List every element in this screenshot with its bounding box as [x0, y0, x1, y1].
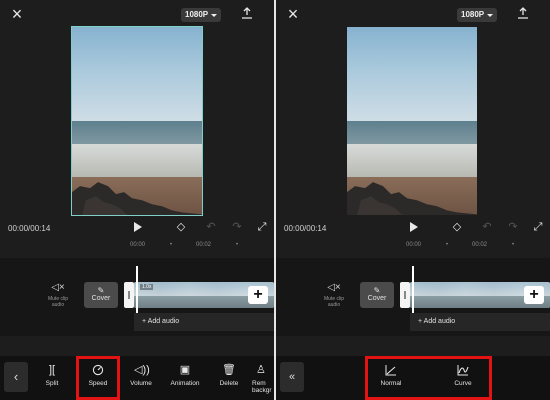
- video-preview[interactable]: [347, 27, 477, 215]
- add-audio-button[interactable]: + Add audio: [142, 318, 179, 325]
- resolution-label: 1080P: [461, 10, 485, 19]
- pencil-icon: ✎: [373, 286, 381, 295]
- speaker-muted-icon: ◁×: [327, 282, 341, 293]
- clip-trim-handle-left[interactable]: [124, 282, 134, 308]
- ruler-dot: •: [512, 242, 515, 248]
- animation-button[interactable]: ▣ Animation: [164, 364, 206, 387]
- caret-down-icon: [487, 13, 494, 17]
- ruler-mark-1: 00:02: [472, 242, 488, 248]
- animation-icon: ▣: [179, 364, 191, 376]
- time-display: 00:00/00:14: [284, 224, 327, 233]
- undo-icon[interactable]: ↶: [480, 220, 494, 234]
- clip-speed-tag: 1.0x: [140, 284, 154, 290]
- highlight-speed-options: [365, 356, 492, 400]
- cover-button[interactable]: ✎ Cover: [360, 282, 394, 308]
- split-label: Split: [45, 380, 59, 387]
- preview-sea: [72, 121, 202, 144]
- fullscreen-icon[interactable]: ⤢: [255, 220, 269, 234]
- volume-label: Volume: [130, 380, 152, 387]
- pencil-icon: ✎: [97, 286, 105, 295]
- mute-label: Mute clip audio: [47, 296, 68, 308]
- remove-background-label: Rem backgr: [252, 380, 272, 394]
- add-clip-button[interactable]: +: [524, 286, 544, 304]
- ruler-mark-0: 00:00: [130, 242, 146, 248]
- preview-sea: [347, 121, 477, 144]
- keyframe-icon[interactable]: ◇: [450, 220, 464, 234]
- video-preview[interactable]: [71, 26, 203, 216]
- redo-icon[interactable]: ↷: [506, 220, 520, 234]
- clip-trim-handle-left[interactable]: [400, 282, 410, 308]
- split-icon: ][: [48, 364, 56, 376]
- fullscreen-icon[interactable]: ⤢: [531, 220, 545, 234]
- caret-down-icon: [211, 13, 218, 17]
- editor-panel-left: × 1080P 00:00/00:14 ◇ ↶ ↷ ⤢ 00:00 • 00:0…: [0, 0, 274, 400]
- split-button[interactable]: ][ Split: [31, 364, 73, 387]
- speaker-icon: ◁)): [134, 364, 150, 376]
- ruler-dot: •: [446, 242, 449, 248]
- preview-sky: [347, 27, 477, 121]
- add-clip-button[interactable]: +: [248, 286, 268, 304]
- preview-surf: [72, 143, 202, 178]
- editor-panel-right: × 1080P 00:00/00:14 ◇ ↶ ↷ ⤢ 00:00 • 00:0…: [276, 0, 550, 400]
- resolution-selector[interactable]: 1080P: [457, 8, 498, 22]
- speaker-muted-icon: ◁×: [51, 282, 65, 293]
- play-icon[interactable]: [134, 222, 142, 232]
- mute-clip-audio-button[interactable]: ◁× Mute clip audio: [42, 282, 74, 309]
- time-display: 00:00/00:14: [8, 224, 51, 233]
- ruler-mark-1: 00:02: [196, 242, 212, 248]
- upload-icon[interactable]: [516, 6, 530, 20]
- upload-icon[interactable]: [240, 6, 254, 20]
- back-button[interactable]: ‹: [4, 362, 28, 392]
- delete-button[interactable]: 🗑 Delete: [208, 364, 250, 387]
- mute-label: Mute clip audio: [323, 296, 344, 308]
- trash-icon: 🗑: [222, 364, 236, 376]
- resolution-label: 1080P: [185, 10, 209, 19]
- remove-background-button[interactable]: ♙ Rem backgr: [252, 364, 274, 394]
- cover-label: Cover: [367, 295, 387, 302]
- ruler-mark-0: 00:00: [406, 242, 422, 248]
- mute-clip-audio-button[interactable]: ◁× Mute clip audio: [318, 282, 350, 309]
- preview-surf: [347, 143, 477, 178]
- keyframe-icon[interactable]: ◇: [174, 220, 188, 234]
- preview-rocks: [347, 181, 477, 215]
- cover-label: Cover: [91, 295, 111, 302]
- play-icon[interactable]: [410, 222, 418, 232]
- delete-label: Delete: [219, 380, 239, 387]
- undo-icon[interactable]: ↶: [204, 220, 218, 234]
- collapse-back-button[interactable]: «: [280, 362, 304, 392]
- person-icon: ♙: [256, 364, 266, 376]
- close-icon[interactable]: ×: [9, 4, 25, 24]
- highlight-speed: [76, 356, 120, 400]
- ruler-dot: •: [236, 242, 239, 248]
- volume-button[interactable]: ◁)) Volume: [120, 364, 162, 387]
- resolution-selector[interactable]: 1080P: [181, 8, 222, 22]
- preview-sky: [72, 27, 202, 121]
- preview-rocks: [72, 181, 202, 215]
- animation-label: Animation: [170, 380, 200, 387]
- close-icon[interactable]: ×: [285, 4, 301, 24]
- cover-button[interactable]: ✎ Cover: [84, 282, 118, 308]
- ruler-dot: •: [170, 242, 173, 248]
- add-audio-button[interactable]: + Add audio: [418, 318, 455, 325]
- redo-icon[interactable]: ↷: [230, 220, 244, 234]
